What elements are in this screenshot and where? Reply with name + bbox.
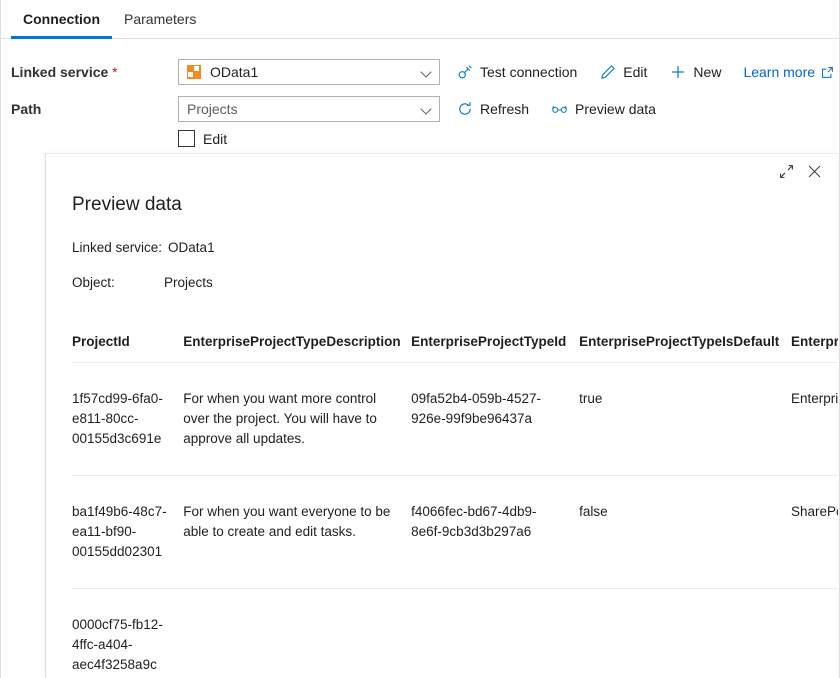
preview-table-body: 1f57cd99-6fa0-e811-80cc-00155d3c691e For… <box>72 363 838 678</box>
learn-more-link[interactable]: Learn more <box>743 64 834 80</box>
test-connection-label: Test connection <box>480 64 577 80</box>
linked-service-value: OData1 <box>210 64 421 80</box>
required-asterisk: * <box>112 64 117 80</box>
refresh-label: Refresh <box>480 101 529 117</box>
path-row: Path Projects Refresh <box>1 96 839 122</box>
cell-projectid: 1f57cd99-6fa0-e811-80cc-00155d3c691e <box>72 363 183 476</box>
table-row: 0000cf75-fb12-4ffc-a404-aec4f3258a9c <box>72 589 838 678</box>
refresh-button[interactable]: Refresh <box>456 101 529 118</box>
cell-projectid: ba1f49b6-48c7-ea11-bf90-00155dd02301 <box>72 476 183 589</box>
tab-strip: Connection Parameters <box>1 0 839 39</box>
plug-icon <box>456 64 473 81</box>
meta-object: Object: Projects <box>72 274 838 292</box>
tab-connection[interactable]: Connection <box>11 0 112 39</box>
odata-service-icon <box>187 65 201 79</box>
chevron-down-icon <box>421 103 433 115</box>
cell-typeid <box>411 589 579 678</box>
path-dropdown[interactable]: Projects <box>178 96 440 122</box>
preview-panel-meta: Linked service: OData1 Object: Projects <box>46 239 838 292</box>
tab-parameters[interactable]: Parameters <box>112 0 208 39</box>
plus-icon <box>669 64 686 81</box>
column-header-enterpriseprojecttypeid[interactable]: EnterpriseProjectTypeId <box>411 334 579 363</box>
cell-isdefault: true <box>579 363 791 476</box>
meta-object-value: Projects <box>164 274 213 292</box>
expand-diagonal-icon <box>779 164 794 182</box>
expand-panel-button[interactable] <box>772 160 800 186</box>
path-value: Projects <box>187 101 421 117</box>
preview-data-button[interactable]: Preview data <box>551 101 656 118</box>
cell-typeid: f4066fec-bd67-4db9-8e6f-9cb3d3b297a6 <box>411 476 579 589</box>
column-header-enterprisep[interactable]: EnterpriseP <box>791 334 838 363</box>
meta-linked-service-label: Linked service: <box>72 239 162 257</box>
edit-linked-service-button[interactable]: Edit <box>599 64 647 81</box>
preview-panel-toolbar <box>46 154 838 184</box>
cell-typename: Enterprise P <box>791 363 838 476</box>
learn-more-label: Learn more <box>743 64 815 80</box>
chevron-down-icon <box>421 66 433 78</box>
cell-isdefault <box>579 589 791 678</box>
refresh-icon <box>456 101 473 118</box>
linked-service-row: Linked service * OData1 <box>1 59 839 85</box>
meta-linked-service: Linked service: OData1 <box>72 239 838 257</box>
preview-data-label: Preview data <box>575 101 656 117</box>
cell-description <box>183 589 411 678</box>
pencil-icon <box>599 64 616 81</box>
edit-linked-service-label: Edit <box>623 64 647 80</box>
connection-actions: Test connection Edit <box>456 59 834 85</box>
edit-path-checkbox-row: Edit <box>1 130 839 147</box>
cell-isdefault: false <box>579 476 791 589</box>
column-header-enterpriseprojecttypeisdefault[interactable]: EnterpriseProjectTypeIsDefault <box>579 334 791 363</box>
table-row: ba1f49b6-48c7-ea11-bf90-00155dd02301 For… <box>72 476 838 589</box>
meta-object-label: Object: <box>72 274 130 292</box>
column-header-projectid[interactable]: ProjectId <box>72 334 183 363</box>
cell-typename: SharePoint T <box>791 476 838 589</box>
connection-form: Linked service * OData1 <box>1 39 839 147</box>
cell-typename <box>791 589 838 678</box>
linked-service-label: Linked service * <box>11 59 178 85</box>
edit-path-checkbox[interactable] <box>178 130 195 147</box>
tab-parameters-label: Parameters <box>124 11 196 27</box>
glasses-icon <box>551 101 568 118</box>
close-icon <box>807 164 822 182</box>
edit-path-checkbox-label: Edit <box>203 131 227 147</box>
app-frame: Connection Parameters Linked service * O… <box>0 0 840 678</box>
preview-table-container[interactable]: ProjectId EnterpriseProjectTypeDescripti… <box>46 334 838 678</box>
path-actions: Refresh Preview data <box>456 96 678 122</box>
preview-panel-title: Preview data <box>46 184 838 217</box>
new-linked-service-label: New <box>693 64 721 80</box>
preview-data-table: ProjectId EnterpriseProjectTypeDescripti… <box>72 334 838 678</box>
preview-data-panel: Preview data Linked service: OData1 Obje… <box>45 153 838 678</box>
linked-service-label-text: Linked service <box>11 64 108 80</box>
cell-projectid: 0000cf75-fb12-4ffc-a404-aec4f3258a9c <box>72 589 183 678</box>
cell-description: For when you want everyone to be able to… <box>183 476 411 589</box>
tab-connection-label: Connection <box>23 11 100 27</box>
cell-typeid: 09fa52b4-059b-4527-926e-99f9be96437a <box>411 363 579 476</box>
cell-description: For when you want more control over the … <box>183 363 411 476</box>
preview-table-head: ProjectId EnterpriseProjectTypeDescripti… <box>72 334 838 363</box>
column-header-enterpriseprojecttypedescription[interactable]: EnterpriseProjectTypeDescription <box>183 334 411 363</box>
close-panel-button[interactable] <box>800 160 828 186</box>
preview-table-header-row: ProjectId EnterpriseProjectTypeDescripti… <box>72 334 838 363</box>
new-linked-service-button[interactable]: New <box>669 64 721 81</box>
table-row: 1f57cd99-6fa0-e811-80cc-00155d3c691e For… <box>72 363 838 476</box>
path-label: Path <box>11 96 178 122</box>
test-connection-button[interactable]: Test connection <box>456 64 577 81</box>
linked-service-dropdown[interactable]: OData1 <box>178 59 440 85</box>
external-link-icon <box>821 66 834 79</box>
meta-linked-service-value: OData1 <box>168 239 215 257</box>
